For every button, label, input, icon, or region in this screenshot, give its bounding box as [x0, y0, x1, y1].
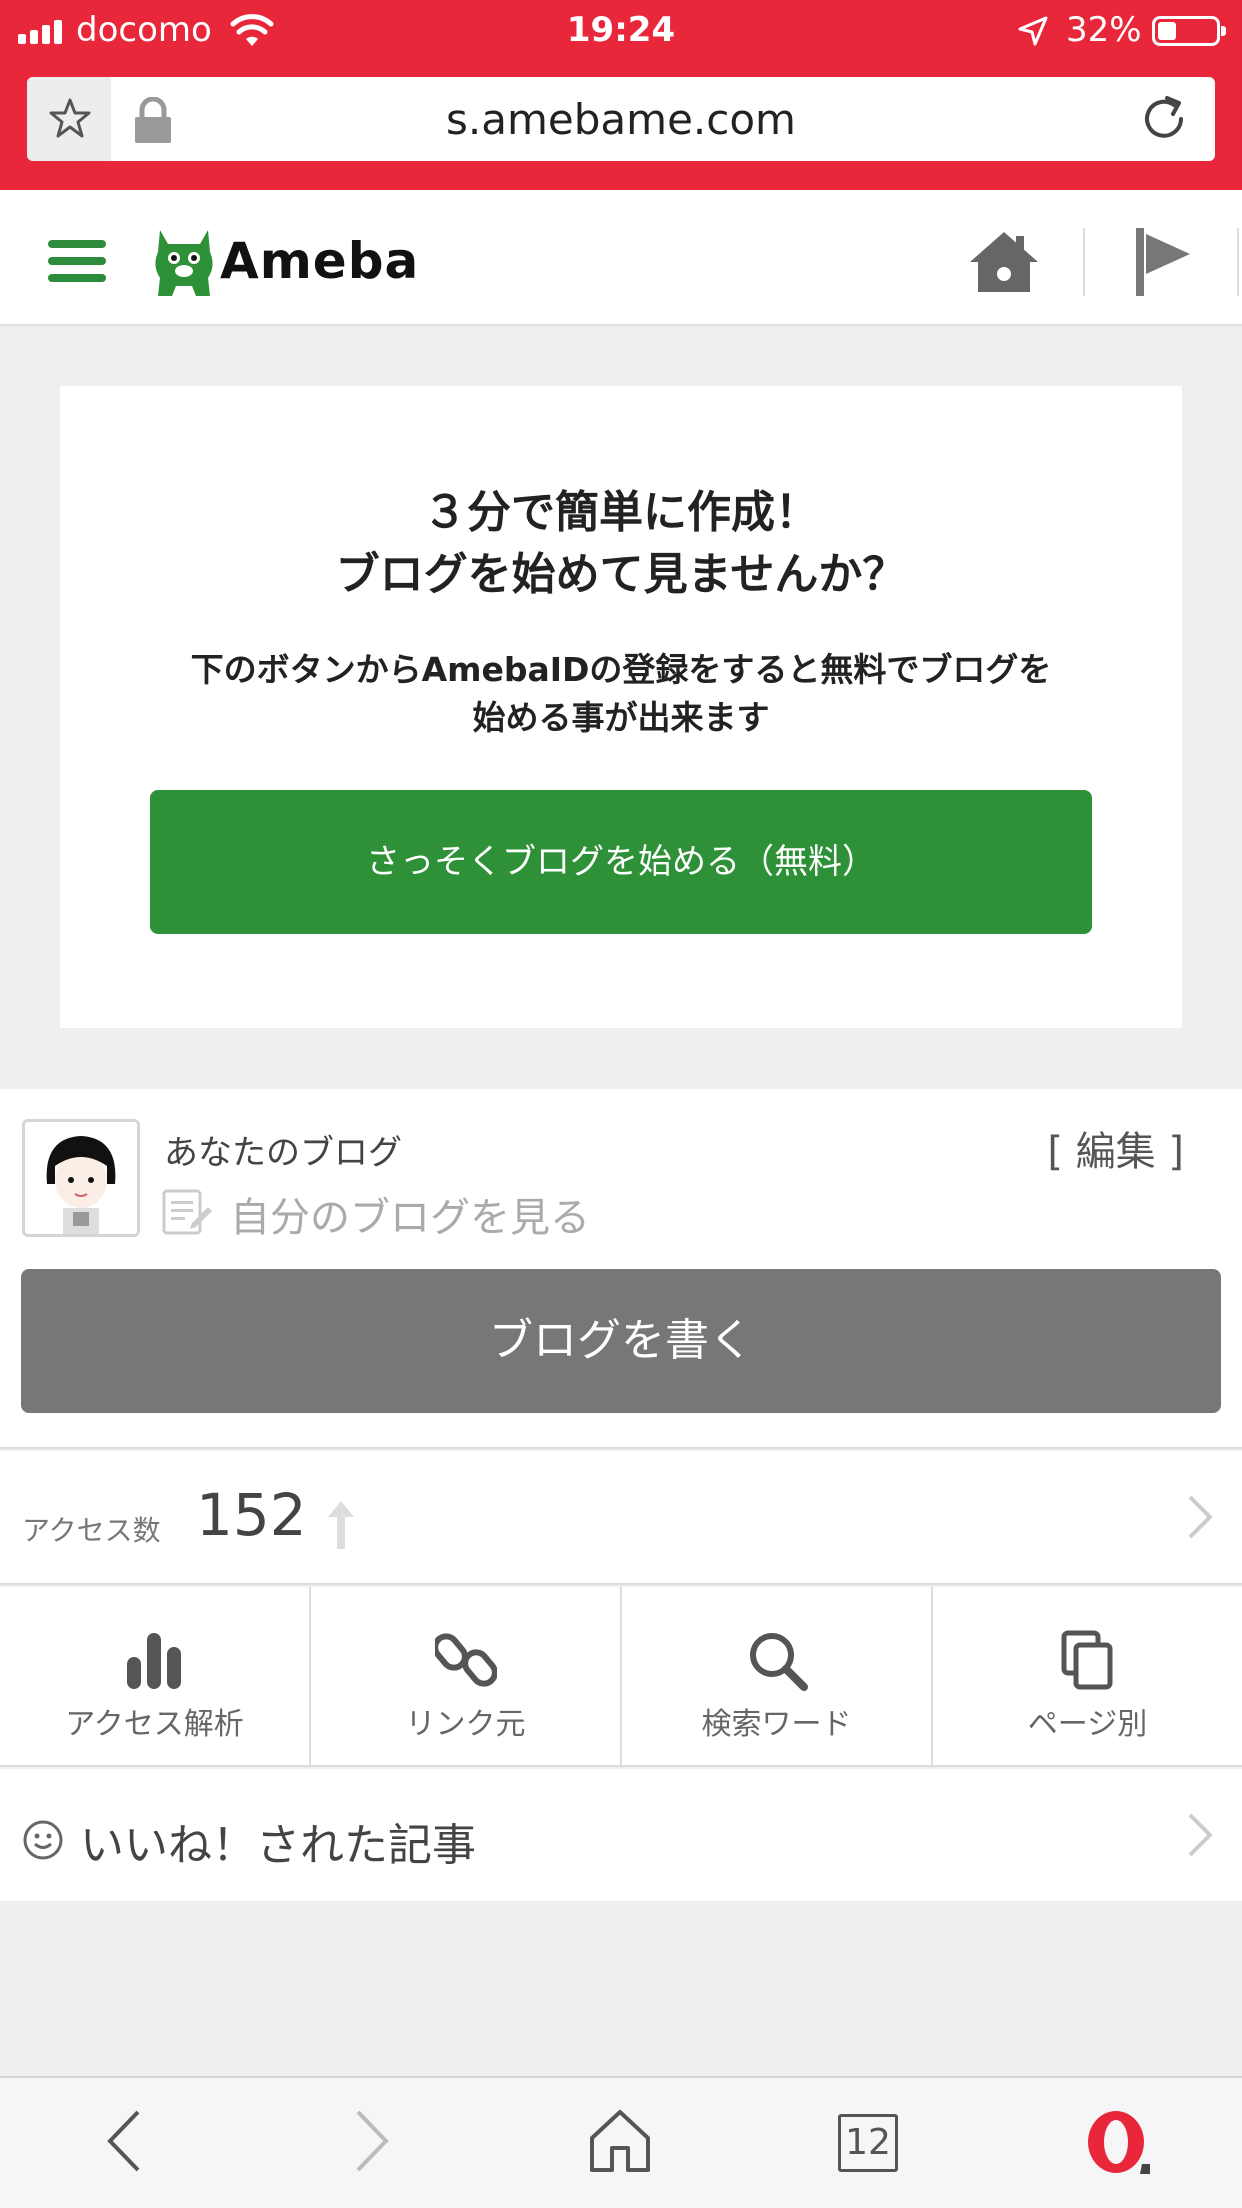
address-bar[interactable]: s.amebame.com — [27, 77, 1215, 161]
start-blog-button[interactable]: さっそくブログを始める（無料） — [150, 790, 1092, 934]
clock: 19:24 — [566, 10, 676, 50]
forward-icon[interactable] — [352, 2108, 392, 2174]
liked-articles-label: いいね！された記事 — [80, 1820, 476, 1871]
app-header: Ameba — [0, 190, 1242, 326]
stats-menu-item[interactable]: リンク元 — [311, 1587, 622, 1765]
battery-icon — [1152, 16, 1226, 46]
opera-menu-icon[interactable] — [1084, 2108, 1154, 2178]
browser-toolbar: 12 — [0, 2076, 1242, 2208]
promo-headline-line: ブログを始めて見ませんか？ — [335, 549, 907, 600]
edit-button[interactable]: [ 編集 ] — [1047, 1119, 1184, 1177]
stats-menu-label: リンク元 — [405, 1707, 526, 1742]
url-text[interactable]: s.amebame.com — [27, 95, 1215, 144]
promo-description: 下のボタンからAmebaIDの登録をすると無料でブログを 始める事が出来ます — [60, 646, 1182, 742]
back-icon[interactable] — [104, 2108, 144, 2174]
access-count-value: 152 — [196, 1481, 307, 1549]
avatar[interactable] — [22, 1119, 140, 1237]
browser-chrome: docomo 19:24 32% s.amebame.com — [0, 0, 1242, 190]
chevron-right-icon — [1188, 1495, 1213, 1539]
promo-headline-line: ３分で簡単に作成！ — [423, 487, 819, 538]
battery-percent: 32% — [1066, 10, 1142, 50]
stats-menu-label: ページ別 — [1027, 1707, 1148, 1742]
write-blog-button[interactable]: ブログを書く — [21, 1269, 1221, 1413]
stats-menu-item[interactable]: アクセス解析 — [0, 1587, 311, 1765]
logo-text: Ameba — [220, 232, 420, 290]
stats-menu-item[interactable]: 検索ワード — [622, 1587, 933, 1765]
search-icon — [749, 1633, 808, 1691]
my-blog-panel: あなたのブログ [ 編集 ] 自分のブログを見る ブログを書く — [0, 1089, 1242, 1449]
access-count-row[interactable]: アクセス数 152 — [0, 1451, 1242, 1585]
header-divider — [1237, 228, 1239, 296]
stats-menu-label: アクセス解析 — [65, 1707, 244, 1742]
ameba-logo[interactable]: Ameba — [152, 226, 418, 298]
flag-icon[interactable] — [1132, 228, 1194, 296]
your-blog-label: あなたのブログ — [164, 1133, 402, 1173]
chevron-right-icon — [1188, 1813, 1213, 1857]
blog-view-icon — [162, 1189, 212, 1235]
avatar-image — [25, 1122, 137, 1234]
access-count-label: アクセス数 — [22, 1514, 161, 1547]
promo-description-line: 下のボタンからAmebaIDの登録をすると無料でブログを — [190, 650, 1052, 689]
start-blog-promo: ３分で簡単に作成！ ブログを始めて見ませんか？ 下のボタンからAmebaIDの登… — [60, 386, 1182, 1028]
access-stats-menu: アクセス解析 リンク元 検索ワード ページ別 — [0, 1587, 1242, 1767]
link-icon — [434, 1633, 497, 1687]
pages-icon — [1061, 1630, 1112, 1690]
smile-icon — [23, 1820, 63, 1860]
battery-fill — [1158, 22, 1176, 40]
promo-description-line: 始める事が出来ます — [472, 698, 770, 737]
promo-headline: ３分で簡単に作成！ ブログを始めて見ませんか？ — [60, 482, 1182, 606]
tabs-button[interactable]: 12 — [838, 2114, 898, 2172]
stats-menu-label: 検索ワード — [701, 1707, 852, 1742]
status-bar: docomo 19:24 32% — [0, 0, 1242, 62]
reload-icon[interactable] — [1139, 94, 1189, 144]
location-icon — [1018, 16, 1048, 46]
bar-chart-icon — [126, 1633, 181, 1689]
stats-menu-item[interactable]: ページ別 — [933, 1587, 1242, 1765]
header-divider — [1083, 228, 1085, 296]
arrow-up-icon — [328, 1501, 354, 1549]
home-icon[interactable] — [968, 230, 1040, 294]
liked-articles-row[interactable]: いいね！された記事 — [0, 1769, 1242, 1901]
view-own-blog-link[interactable]: 自分のブログを見る — [230, 1185, 590, 1243]
ameba-mascot-icon — [155, 230, 213, 296]
menu-icon[interactable] — [48, 240, 106, 282]
home-icon[interactable] — [588, 2108, 652, 2174]
